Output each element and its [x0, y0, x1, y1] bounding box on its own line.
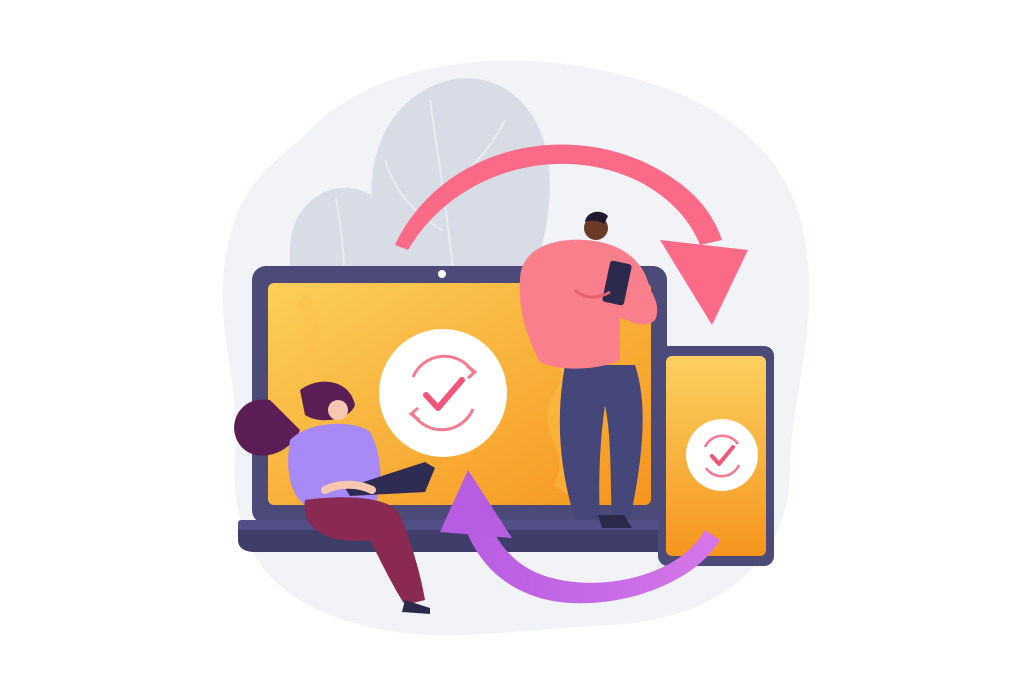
sync-check-icon [379, 329, 507, 457]
illustration-stage [0, 0, 1019, 680]
smartphone-icon [658, 346, 774, 566]
device-sync-illustration [222, 60, 810, 636]
